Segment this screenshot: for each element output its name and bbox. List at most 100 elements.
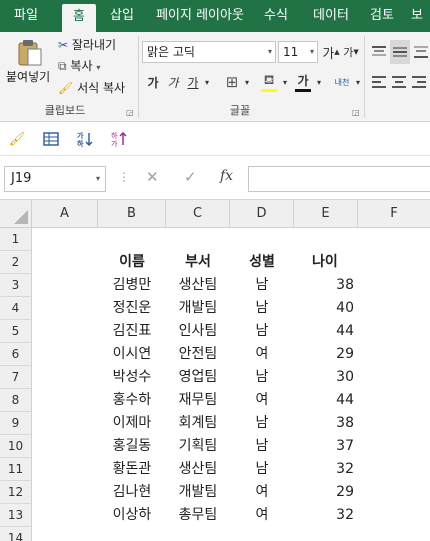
borders-dropdown[interactable]: ▾ [242,72,252,92]
align-top-icon[interactable] [370,42,388,62]
sort-ascending-icon[interactable]: 가하 [76,130,94,148]
grow-font-button[interactable]: 가 ▲ [322,42,340,62]
name-cell[interactable]: 박성수 [98,366,166,389]
age-cell[interactable]: 40 [294,297,358,320]
tab-page-layout[interactable]: 페이지 레이아웃 [150,0,250,32]
tab-file[interactable]: 파일 [6,0,46,32]
age-cell[interactable]: 29 [294,343,358,366]
department-cell[interactable]: 영업팀 [166,366,230,389]
name-cell[interactable]: 김진표 [98,320,166,343]
gender-cell[interactable]: 여 [230,481,294,504]
italic-button[interactable]: 가 [164,72,182,92]
age-cell[interactable]: 44 [294,320,358,343]
department-cell[interactable]: 총무팀 [166,504,230,527]
align-bottom-icon[interactable] [412,42,430,62]
name-cell[interactable]: 이시연 [98,343,166,366]
column-header-b[interactable]: B [98,200,166,228]
row-header[interactable]: 6 [0,343,32,366]
row-header[interactable]: 3 [0,274,32,297]
department-cell[interactable]: 개발팀 [166,297,230,320]
name-cell[interactable]: 황돈관 [98,458,166,481]
gender-cell[interactable]: 남 [230,458,294,481]
department-cell[interactable]: 개발팀 [166,481,230,504]
enter-icon[interactable]: ✓ [184,168,197,186]
clipboard-launcher-icon[interactable]: ◲ [126,108,134,117]
row-header[interactable]: 10 [0,435,32,458]
age-cell[interactable]: 30 [294,366,358,389]
borders-icon[interactable]: ⊞ [222,72,242,92]
font-size-select[interactable]: 11 ▾ [278,41,318,63]
department-cell[interactable]: 재무팀 [166,389,230,412]
name-cell[interactable]: 홍수하 [98,389,166,412]
department-cell[interactable]: 인사팀 [166,320,230,343]
name-cell[interactable]: 정진운 [98,297,166,320]
tab-view[interactable]: 보 [404,0,430,32]
column-header-f[interactable]: F [358,200,430,228]
cancel-icon[interactable]: ✕ [146,168,159,186]
formula-input[interactable] [248,166,430,192]
row-header[interactable]: 4 [0,297,32,320]
gender-cell[interactable]: 남 [230,320,294,343]
department-cell[interactable]: 생산팀 [166,274,230,297]
gender-cell[interactable]: 남 [230,274,294,297]
font-color-button[interactable]: 가 [292,70,314,94]
gender-cell[interactable]: 남 [230,412,294,435]
align-right-icon[interactable] [410,72,428,92]
name-cell[interactable]: 김나현 [98,481,166,504]
age-cell[interactable]: 32 [294,458,358,481]
paste-button[interactable] [14,38,46,68]
row-header[interactable]: 8 [0,389,32,412]
name-cell[interactable]: 이제마 [98,412,166,435]
column-header-a[interactable]: A [32,200,98,228]
underline-dropdown[interactable]: ▾ [202,72,212,92]
paste-label[interactable]: 붙여넣기 [6,68,50,85]
tab-review[interactable]: 검토 [364,0,400,32]
tab-insert[interactable]: 삽입 [104,0,140,32]
department-cell[interactable]: 기획팀 [166,435,230,458]
column-header-d[interactable]: D [230,200,294,228]
align-middle-icon[interactable] [390,40,410,64]
align-center-icon[interactable] [390,72,408,92]
phonetic-dropdown[interactable]: ▾ [354,72,362,92]
row-header[interactable]: 5 [0,320,32,343]
table-header-cell[interactable]: 이름 [98,251,166,274]
gender-cell[interactable]: 남 [230,366,294,389]
select-all-button[interactable] [0,200,32,228]
gender-cell[interactable]: 남 [230,435,294,458]
format-painter-icon[interactable]: 🖌 [8,130,26,148]
table-header-cell[interactable]: 부서 [166,251,230,274]
insert-function-button[interactable]: fx [220,168,233,184]
row-header[interactable]: 12 [0,481,32,504]
font-color-dropdown[interactable]: ▾ [314,72,324,92]
name-box[interactable]: J19 ▾ [4,166,106,192]
table-header-cell[interactable]: 성별 [230,251,294,274]
gender-cell[interactable]: 여 [230,504,294,527]
tab-home[interactable]: 홈 [62,4,96,32]
age-cell[interactable]: 44 [294,389,358,412]
row-header[interactable]: 14 [0,527,32,541]
fill-color-dropdown[interactable]: ▾ [280,72,290,92]
bold-button[interactable]: 가 [144,72,162,92]
row-header[interactable]: 7 [0,366,32,389]
fill-color-button[interactable]: ⛾ [258,70,280,94]
gender-cell[interactable]: 여 [230,389,294,412]
age-cell[interactable]: 32 [294,504,358,527]
underline-button[interactable]: 가 [184,72,202,92]
gender-cell[interactable]: 남 [230,297,294,320]
sort-descending-icon[interactable]: 하가 [110,130,128,148]
align-left-icon[interactable] [370,72,388,92]
phonetic-button[interactable]: 내천 [330,70,354,94]
row-header[interactable]: 13 [0,504,32,527]
table-header-cell[interactable]: 나이 [294,251,358,274]
copy-button[interactable]: ⧉ 복사 ▾ [58,57,100,74]
age-cell[interactable]: 38 [294,274,358,297]
shrink-font-button[interactable]: 가 ▼ [342,42,360,62]
age-cell[interactable]: 37 [294,435,358,458]
form-icon[interactable] [42,130,60,148]
formula-bar-grip-icon[interactable]: ⋮ [118,170,130,184]
cut-button[interactable]: ✂ 잘라내기 [58,36,116,53]
column-header-c[interactable]: C [166,200,230,228]
font-launcher-icon[interactable]: ◲ [352,108,360,117]
row-header[interactable]: 11 [0,458,32,481]
tab-formulas[interactable]: 수식 [258,0,294,32]
